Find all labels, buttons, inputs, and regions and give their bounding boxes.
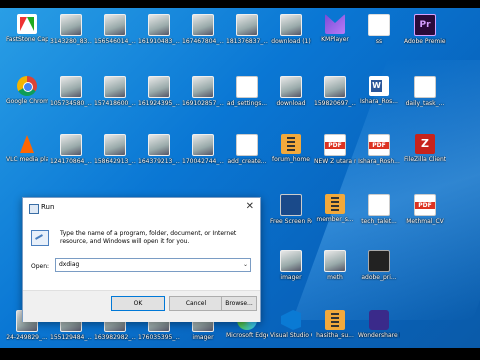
desktop-icon[interactable]: daily_task_... [404, 76, 446, 120]
desktop-icon[interactable]: 167467804_... [182, 14, 224, 58]
desktop-icon[interactable]: 3143280_83... [50, 14, 92, 58]
image-thumbnail-icon [324, 250, 346, 272]
web-page-icon [236, 134, 258, 156]
desktop-icon[interactable]: 161924395_... [138, 76, 180, 120]
desktop-icon[interactable]: ss [358, 14, 400, 58]
desktop-icon[interactable]: FastStone Capture [6, 14, 48, 58]
document-icon [368, 194, 390, 216]
desktop-icon[interactable]: meth [314, 250, 356, 294]
ok-button[interactable]: OK [111, 296, 165, 311]
run-dialog-titlebar[interactable]: Run ✕ [23, 198, 260, 218]
pdf-icon [324, 134, 346, 156]
sublime-text-icon [325, 194, 345, 214]
image-thumbnail-icon [148, 76, 170, 98]
desktop-icon[interactable]: 181376837_... [226, 14, 268, 58]
image-thumbnail-icon [148, 134, 170, 156]
sublime-text-icon [325, 310, 345, 330]
file-icon [368, 14, 390, 36]
image-thumbnail-icon [104, 134, 126, 156]
desktop-icon[interactable]: Ishara_Ros... [358, 76, 400, 120]
browse-button[interactable]: Browse... [221, 296, 257, 311]
pdf-icon [414, 194, 436, 216]
letterbox-bottom [0, 348, 480, 360]
pdf-icon [368, 134, 390, 156]
cancel-button[interactable]: Cancel [169, 296, 223, 311]
desktop-icon[interactable]: add_create... [226, 134, 268, 178]
run-app-icon [29, 204, 39, 214]
desktop-icon[interactable]: 169102857_... [182, 76, 224, 120]
desktop-icon[interactable]: 170042744_... [182, 134, 224, 178]
image-thumbnail-icon [60, 134, 82, 156]
desktop-icon[interactable]: ad_settings... [226, 76, 268, 120]
image-thumbnail-icon [104, 14, 126, 36]
open-input-value[interactable]: dxdiag [59, 261, 79, 268]
desktop-icon[interactable]: KMPlayer [314, 14, 356, 58]
word-document-icon [369, 76, 389, 96]
web-page-icon [236, 76, 258, 98]
desktop-icon[interactable]: adobe_pri... [358, 250, 400, 294]
desktop-icon[interactable]: Free Screen Recorder ... [270, 194, 312, 238]
letterbox-top [0, 0, 480, 8]
kmplayer-icon [325, 14, 345, 34]
vlc-icon [17, 134, 37, 154]
chevron-down-icon[interactable]: ⌄ [243, 261, 248, 268]
desktop-screen: FastStone Capture 3143280_83... 15654601… [0, 0, 480, 360]
run-program-icon [31, 230, 49, 246]
desktop-icon[interactable]: imager [270, 250, 312, 294]
desktop-icon[interactable]: download (1) [270, 14, 312, 58]
image-thumbnail-icon [192, 134, 214, 156]
desktop-icon[interactable]: member_s... [314, 194, 356, 238]
desktop-icon[interactable]: Google Chrome [6, 76, 48, 120]
open-combobox[interactable]: dxdiag ⌄ [55, 258, 251, 272]
desktop-icon[interactable]: 159820697_... [314, 76, 356, 120]
desktop-icon[interactable]: 157418600_... [94, 76, 136, 120]
image-thumbnail-icon [104, 76, 126, 98]
image-thumbnail-icon [60, 14, 82, 36]
desktop-icon[interactable]: PrAdobe Premiere P... [404, 14, 446, 58]
desktop-icon[interactable]: 156546014_... [94, 14, 136, 58]
desktop-icon[interactable]: VLC media player [6, 134, 48, 178]
filezilla-icon: Z [415, 134, 435, 154]
premiere-pro-icon: Pr [414, 14, 436, 36]
run-description: Type the name of a program, folder, docu… [60, 230, 237, 245]
image-thumbnail-icon [280, 76, 302, 98]
chrome-icon [17, 76, 37, 96]
desktop-icon[interactable]: forum_home [270, 134, 312, 178]
close-icon[interactable]: ✕ [246, 201, 254, 213]
image-thumbnail-icon [148, 14, 170, 36]
screen-recorder-icon [280, 194, 302, 216]
democreator-icon [369, 310, 389, 330]
run-dialog: Run ✕ Type the name of a program, folder… [22, 197, 261, 322]
desktop-icon[interactable]: 161910483_... [138, 14, 180, 58]
image-thumbnail-icon [236, 14, 258, 36]
open-label: Open: [31, 263, 50, 270]
desktop-icon[interactable]: 124170864_... [50, 134, 92, 178]
desktop-icon[interactable]: NEW Z utara methmal C... [314, 134, 356, 178]
faststone-icon [17, 14, 37, 34]
run-dialog-title: Run [41, 203, 55, 211]
desktop-icon[interactable]: Ishara_Rosh... [358, 134, 400, 178]
desktop-icon[interactable]: download [270, 76, 312, 120]
desktop-icon[interactable]: Methmal_CV [404, 194, 446, 238]
image-thumbnail-icon [192, 76, 214, 98]
desktop-icon[interactable]: Z FileZilla Client [404, 134, 446, 178]
image-thumbnail-icon [280, 250, 302, 272]
desktop-icon[interactable]: 164379213_... [138, 134, 180, 178]
image-thumbnail-icon [324, 76, 346, 98]
desktop-icon[interactable]: 105734580_... [50, 76, 92, 120]
image-thumbnail-icon [192, 14, 214, 36]
sublime-text-icon [281, 134, 301, 154]
vscode-icon [281, 310, 301, 330]
image-thumbnail-icon [280, 14, 302, 36]
desktop-icon[interactable]: 158642913_... [94, 134, 136, 178]
image-thumbnail-icon [60, 76, 82, 98]
document-icon [414, 76, 436, 98]
media-file-icon [368, 250, 390, 272]
desktop-icon[interactable]: tech_talet... [358, 194, 400, 238]
